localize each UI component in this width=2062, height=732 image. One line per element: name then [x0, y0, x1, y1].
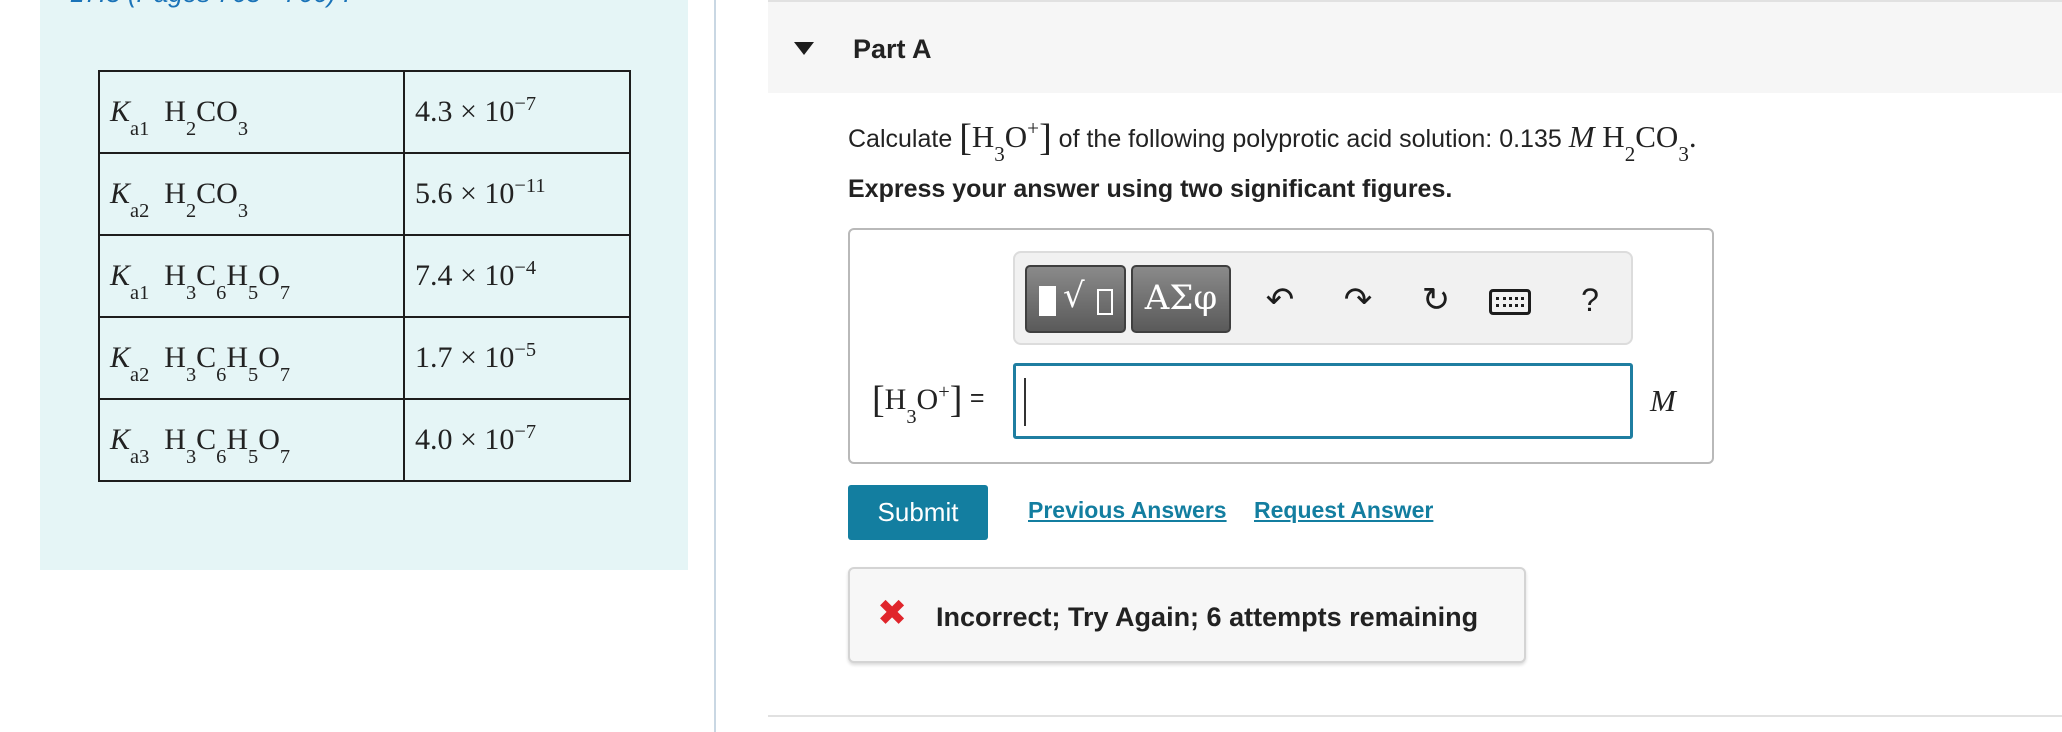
ka-table: Ka1 H2CO3 4.3 × 10−7 Ka2 H2CO3 5.6 × 10−11 K… — [98, 70, 631, 482]
ka-constant-name: Ka1 H3C6H5O7 — [98, 234, 405, 318]
ka-value: 7.4 × 10−4 — [403, 234, 631, 318]
answer-label: [H3O+] = — [872, 379, 985, 428]
answer-box: √ ΑΣφ ↶ ↷ ↻ ? [H3O+] = M — [848, 228, 1714, 464]
ka-row: Ka1 H2CO3 4.3 × 10−7 — [98, 70, 631, 154]
text-cursor — [1024, 378, 1026, 426]
part-header[interactable]: Part A — [768, 0, 2062, 93]
previous-answers-link[interactable]: Previous Answers — [1028, 497, 1227, 524]
ka-value: 5.6 × 10−11 — [403, 152, 631, 236]
section-divider — [768, 715, 2062, 717]
feedback-box: ✖ Incorrect; Try Again; 6 attempts remai… — [848, 567, 1526, 663]
ka-row: Ka2 H2CO3 5.6 × 10−11 — [98, 152, 631, 236]
ka-constant-name: Ka3 H3C6H5O7 — [98, 398, 405, 482]
ka-row: Ka2 H3C6H5O7 1.7 × 10−5 — [98, 316, 631, 400]
ka-row: Ka1 H3C6H5O7 7.4 × 10−4 — [98, 234, 631, 318]
acid-formula: M H2CO3. — [1568, 119, 1697, 166]
ka-value: 4.0 × 10−7 — [403, 398, 631, 482]
reset-icon[interactable]: ↻ — [1413, 279, 1459, 321]
ka-row: Ka3 H3C6H5O7 4.0 × 10−7 — [98, 398, 631, 482]
feedback-text: Incorrect; Try Again; 6 attempts remaini… — [936, 602, 1479, 632]
reference-panel: 17.5 (Pages 765 - 766) . Ka1 H2CO34.3 × … — [40, 0, 688, 570]
help-icon[interactable]: ? — [1570, 279, 1610, 321]
math-toolbar: √ ΑΣφ ↶ ↷ ↻ ? — [1013, 251, 1633, 345]
question-middle: of the following polyprotic acid solutio… — [1058, 125, 1562, 153]
sqrt-icon: √ — [1063, 276, 1085, 316]
undo-icon[interactable]: ↶ — [1257, 279, 1303, 321]
template-box-icon — [1097, 289, 1113, 315]
ka-constant-name: Ka2 H3C6H5O7 — [98, 316, 405, 400]
instruction-text: Express your answer using two significan… — [848, 175, 1453, 203]
textbook-reference-link[interactable]: 17.5 (Pages 765 - 766) . — [70, 0, 350, 9]
ka-value: 1.7 × 10−5 — [403, 316, 631, 400]
ka-constant-name: Ka2 H2CO3 — [98, 152, 405, 236]
hydronium-species: [H3O+] — [959, 116, 1052, 166]
ka-constant-name: Ka1 H2CO3 — [98, 70, 405, 154]
part-title: Part A — [853, 34, 932, 64]
question-text: Calculate [H3O+] of the following polypr… — [848, 113, 1697, 166]
redo-icon[interactable]: ↷ — [1335, 279, 1381, 321]
panel-divider — [714, 0, 716, 732]
ka-value: 4.3 × 10−7 — [403, 70, 631, 154]
template-block-icon — [1039, 286, 1056, 316]
collapse-triangle-icon[interactable] — [794, 42, 814, 55]
templates-button[interactable]: √ — [1025, 265, 1126, 333]
incorrect-x-icon: ✖ — [877, 593, 908, 634]
greek-symbols-button[interactable]: ΑΣφ — [1131, 265, 1231, 333]
submit-button[interactable]: Submit — [848, 485, 988, 540]
answer-input[interactable] — [1013, 363, 1633, 439]
question-prefix: Calculate — [848, 125, 953, 153]
answer-unit: M — [1650, 383, 1676, 418]
request-answer-link[interactable]: Request Answer — [1254, 497, 1433, 524]
keyboard-icon[interactable] — [1489, 289, 1531, 315]
